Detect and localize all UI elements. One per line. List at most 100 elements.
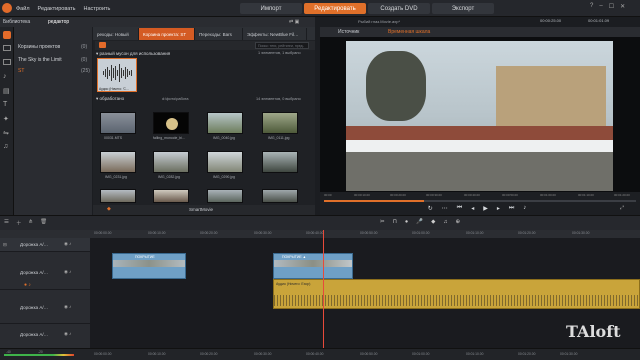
- menu-edit[interactable]: Редактировать: [38, 6, 76, 12]
- go-start-icon[interactable]: ⏮: [457, 205, 462, 213]
- search-input[interactable]: Поиск: теги, рейтинги, пред-появ…: [255, 42, 309, 49]
- mode-edit[interactable]: Редактировать: [304, 3, 366, 14]
- thumb-img-10[interactable]: [153, 189, 189, 203]
- music-add-icon[interactable]: ♫: [443, 219, 447, 228]
- thumb-img-0290[interactable]: [207, 151, 243, 173]
- track-eye-icon-3[interactable]: ◉ ♪: [64, 304, 71, 310]
- track-header-4[interactable]: Дорожка А/… ◉ ♪: [0, 324, 90, 350]
- tab-transitions-new[interactable]: реходы: Новый: [93, 28, 139, 40]
- trash-icon[interactable]: 🗑: [40, 219, 47, 228]
- tab-project-bin[interactable]: Корзина проекта: ST: [139, 28, 195, 40]
- tab-transitions-bars[interactable]: Переходы: Bars: [195, 28, 243, 40]
- go-end-icon[interactable]: ⏭: [509, 205, 514, 213]
- mode-import[interactable]: Импорт: [240, 3, 302, 14]
- browser-bottom-bar: SmartMovie ◆: [93, 205, 315, 215]
- track-headers: ⊟ Дорожка А/… ◉ ♪ Дорожка А/… ◉ ♪ ● ♪ До…: [0, 238, 90, 350]
- video-clip-2[interactable]: ПОКРЫТИЕ ▲: [273, 253, 353, 279]
- audio-clip[interactable]: Аудио (Ничего: Ехор): [273, 279, 640, 309]
- mode-export[interactable]: Экспорт: [432, 3, 494, 14]
- section-label-1: ▾ разный мусон для использования: [96, 51, 171, 56]
- razor-icon[interactable]: ✂: [380, 219, 385, 228]
- tab-library[interactable]: Библиотека: [3, 19, 30, 25]
- voiceover-icon[interactable]: 🎤: [416, 219, 423, 228]
- tab-source[interactable]: Источник: [338, 29, 359, 35]
- track-eye-icon-2[interactable]: ◉ ♪: [64, 269, 71, 275]
- loop-icon[interactable]: ↻: [428, 205, 433, 213]
- view-icon[interactable]: [99, 42, 106, 48]
- track-eye-icon[interactable]: ◉ ♪: [64, 241, 71, 247]
- smartmovie-button[interactable]: SmartMovie: [189, 207, 213, 212]
- thumb-img-0282[interactable]: [153, 151, 189, 173]
- add-track-icon[interactable]: ＋: [16, 219, 22, 228]
- thumb-img-0231[interactable]: [100, 151, 136, 173]
- menu-bar: Файл Редактировать Настроить: [16, 0, 110, 17]
- snap-icon[interactable]: ⊓: [393, 219, 397, 228]
- track-eye-icon-4[interactable]: ◉ ♪: [64, 331, 71, 337]
- library-icon-strip: ♪ ▤ T ✦ ⇋ ♫: [0, 27, 14, 215]
- audio-meter-bar: -40 -20 00:00:00.00 00:00:10.00 00:00:20…: [0, 348, 640, 360]
- effects-icon[interactable]: ✦: [3, 115, 11, 123]
- lock-icon[interactable]: ⊟: [3, 242, 7, 248]
- thumb-img-11[interactable]: [207, 189, 243, 203]
- thumb-00031[interactable]: [100, 112, 136, 134]
- library-home-icon[interactable]: [3, 31, 11, 39]
- tab-timeline[interactable]: Временная шкала: [388, 29, 430, 35]
- play-icon[interactable]: ▶: [483, 205, 488, 213]
- preview-tabs: Источник Временная шкала: [320, 27, 640, 37]
- step-forward-icon[interactable]: ▸: [497, 205, 500, 213]
- timeline-menu-icon[interactable]: ☰: [4, 219, 9, 228]
- preview-ruler: 00:00 00:00:10.00 00:00:20.00 00:00:30.0…: [324, 193, 630, 197]
- music-icon[interactable]: ♪: [3, 73, 11, 81]
- tree-item-sky-limit[interactable]: The Sky is the Limit (0): [18, 57, 87, 63]
- timeline-actions: ✂ ⊓ ● 🎤 ◆ ♫ ⊕: [380, 219, 560, 228]
- audio-clip-thumb[interactable]: Аудио (Ничего: 'С…: [97, 58, 137, 92]
- window-controls: ? – ☐ ✕: [590, 3, 636, 13]
- thumb-img-12[interactable]: [262, 189, 298, 203]
- help-icon[interactable]: ?: [590, 3, 593, 13]
- track-link-icon[interactable]: ● ♪: [24, 282, 31, 288]
- project-icon[interactable]: ▤: [3, 87, 11, 95]
- step-back-icon[interactable]: ◂: [471, 205, 474, 213]
- split-icon[interactable]: ⋔: [28, 219, 33, 228]
- playhead[interactable]: [323, 230, 324, 348]
- browser-toolbar: Поиск: теги, рейтинги, пред-появ…: [95, 41, 315, 50]
- volume-icon[interactable]: ♪: [523, 205, 526, 213]
- jog-icon[interactable]: ⋯: [442, 205, 448, 213]
- minimize-icon[interactable]: –: [599, 3, 602, 13]
- mode-create-dvd[interactable]: Создать DVD: [368, 3, 430, 14]
- panel-icons[interactable]: ⇄ ▣: [289, 19, 309, 25]
- video-frame: [346, 41, 613, 191]
- track-header-3[interactable]: Дорожка А/… ◉ ♪: [0, 290, 90, 324]
- track-header-2[interactable]: Дорожка А/… ◉ ♪ ● ♪: [0, 252, 90, 290]
- transitions-icon[interactable]: ⇋: [3, 129, 11, 137]
- preview-timecodes: 00:00:25.00 00:01:01.09: [540, 18, 638, 26]
- tag-icon[interactable]: ◆: [107, 206, 111, 212]
- tab-editor[interactable]: редактор: [48, 19, 69, 25]
- tree-item-st[interactable]: ST (25): [18, 68, 90, 74]
- menu-setup[interactable]: Настроить: [84, 6, 111, 12]
- waveform-icon: [103, 64, 132, 82]
- thumb-img-8[interactable]: [262, 151, 298, 173]
- maximize-icon[interactable]: ☐: [609, 3, 614, 13]
- title-icon[interactable]: T: [3, 101, 11, 109]
- thumb-img-0040[interactable]: [207, 112, 243, 134]
- record-icon[interactable]: ●: [405, 219, 408, 228]
- markers-icon[interactable]: ◆: [431, 219, 435, 228]
- video-clip-1[interactable]: ПОКРЫТИЕ: [112, 253, 186, 279]
- thumb-img-9[interactable]: [100, 189, 136, 203]
- close-icon[interactable]: ✕: [620, 3, 625, 13]
- thumb-img-0111[interactable]: [262, 112, 298, 134]
- thumb-monocle[interactable]: [153, 112, 189, 134]
- preview-scrubber[interactable]: [324, 200, 636, 202]
- menu-file[interactable]: Файл: [16, 6, 30, 12]
- zoom-icon[interactable]: ⊕: [455, 219, 460, 228]
- tree-item-project-bins[interactable]: Корзины проектов (0): [18, 44, 87, 50]
- track-header-1[interactable]: ⊟ Дорожка А/… ◉ ♪: [0, 238, 90, 252]
- window-title: Рыбий глаз.Movie.axp*: [358, 19, 401, 24]
- tab-effects-newblue[interactable]: Эффекты: NewBlue Fil…: [243, 28, 307, 40]
- photo-icon[interactable]: [3, 59, 11, 65]
- video-icon[interactable]: [3, 45, 11, 51]
- sound-icon[interactable]: ♫: [3, 143, 11, 151]
- watermark-logo: TAloft: [566, 322, 621, 341]
- fullscreen-icon[interactable]: ⤢: [620, 205, 624, 211]
